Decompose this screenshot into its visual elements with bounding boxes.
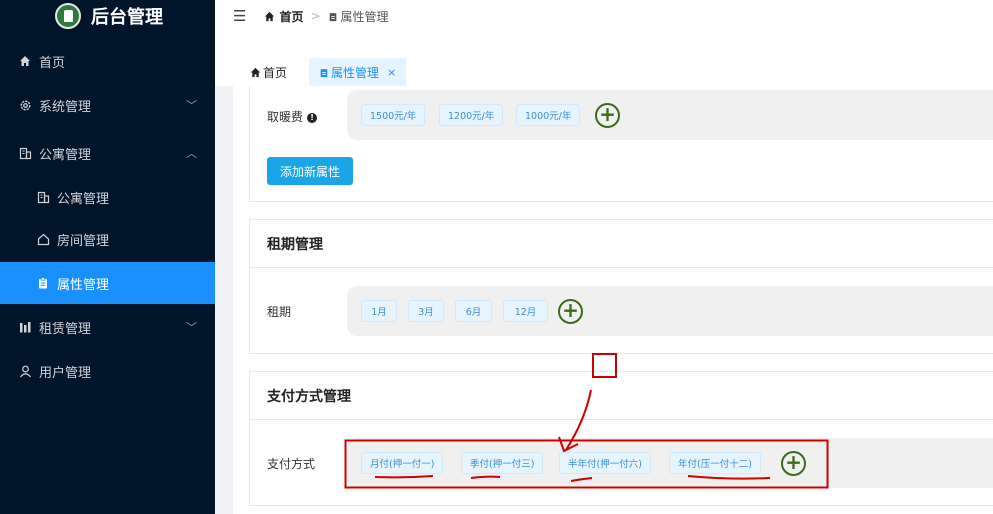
tab-label: 属性管理 — [331, 65, 380, 80]
tag[interactable]: 3月 — [408, 300, 444, 322]
building-icon — [18, 146, 32, 160]
house-outline-icon — [36, 232, 50, 246]
tag[interactable]: 年付(压一付十二) — [669, 452, 761, 474]
tag[interactable]: 半年付(押一付六) — [559, 452, 651, 474]
sidebar-item-home[interactable]: 首页 — [0, 40, 215, 82]
sidebar-item-user[interactable]: 用户管理 — [0, 350, 215, 392]
home-icon — [18, 54, 32, 68]
sidebar-item-attributes[interactable]: 属性管理 — [0, 262, 215, 304]
tag[interactable]: 季付(押一付三) — [461, 452, 544, 474]
sidebar-item-label: 租赁管理 — [39, 321, 92, 337]
breadcrumb-separator: > — [310, 9, 321, 23]
sidebar-item-apartment[interactable]: 公寓管理 — [0, 176, 215, 218]
add-tag-button[interactable]: + — [558, 299, 583, 324]
sidebar-item-label: 公寓管理 — [57, 191, 110, 207]
sidebar-item-label: 系统管理 — [39, 99, 92, 115]
breadcrumb-current: 属性管理 — [340, 9, 389, 24]
chart-icon — [18, 320, 32, 334]
tab-attributes[interactable]: 属性管理 × — [309, 58, 407, 86]
chevron-down-icon: ﹀ — [186, 99, 197, 112]
lease-tag-box: 1月 3月 6月 12月 + — [347, 286, 993, 336]
tag[interactable]: 1000元/年 — [516, 104, 581, 126]
payment-label: 支付方式 — [267, 457, 316, 471]
tag[interactable]: 12月 — [503, 300, 548, 322]
sidebar-item-label: 属性管理 — [57, 277, 110, 293]
chevron-down-icon: ﹀ — [186, 321, 197, 334]
logo-icon — [55, 3, 81, 29]
card-title: 支付方式管理 — [250, 372, 993, 420]
sidebar-item-label: 首页 — [39, 55, 66, 71]
sidebar: 后台管理 首页 系统管理 ﹀ 公寓管理 ︿ 公寓管理 房间管理 属性管理 租赁管… — [0, 0, 215, 514]
tag[interactable]: 1月 — [361, 300, 397, 322]
tab-label: 首页 — [263, 65, 288, 80]
card-title: 租期管理 — [250, 220, 993, 268]
sidebar-item-label: 房间管理 — [57, 233, 110, 249]
sidebar-item-apartment-group[interactable]: 公寓管理 ︿ — [0, 132, 215, 174]
close-icon[interactable]: × — [387, 66, 396, 79]
breadcrumb-home[interactable]: 首页 — [279, 8, 303, 25]
tag[interactable]: 1200元/年 — [439, 104, 504, 126]
sidebar-item-label: 公寓管理 — [39, 147, 92, 163]
sidebar-item-lease[interactable]: 租赁管理 ﹀ — [0, 306, 215, 348]
tab-home[interactable]: 首页 — [240, 58, 297, 86]
sidebar-item-label: 用户管理 — [39, 365, 92, 381]
top-bar: ☰ 首页 > 属性管理 — [215, 0, 993, 32]
sidebar-item-room[interactable]: 房间管理 — [0, 218, 215, 260]
user-icon — [18, 364, 32, 378]
add-tag-button[interactable]: + — [781, 451, 806, 476]
payment-tag-box: 月付(押一付一) 季付(押一付三) 半年付(押一付六) 年付(压一付十二) + — [347, 438, 993, 488]
home-icon — [265, 11, 275, 21]
tag[interactable]: 月付(押一付一) — [361, 452, 444, 474]
tabs-bar: 首页 属性管理 × — [215, 32, 993, 86]
lease-label: 租期 — [267, 305, 292, 319]
logo-row: 后台管理 — [0, 0, 215, 32]
gear-icon — [18, 98, 32, 112]
tag[interactable]: 1500元/年 — [361, 104, 426, 126]
clipboard-icon — [320, 68, 328, 77]
breadcrumb: 首页 > 属性管理 — [264, 8, 389, 25]
heating-tag-box: 1500元/年 1200元/年 1000元/年 + — [347, 90, 993, 140]
sidebar-item-system[interactable]: 系统管理 ﹀ — [0, 84, 215, 126]
home-icon — [250, 67, 261, 77]
add-tag-button[interactable]: + — [595, 103, 620, 128]
menu-toggle-icon[interactable]: ☰ — [233, 7, 246, 25]
clipboard-icon — [329, 12, 336, 21]
info-icon: ! — [307, 113, 318, 123]
clipboard-icon — [36, 276, 50, 290]
app-title: 后台管理 — [91, 7, 163, 28]
chevron-up-icon: ︿ — [186, 147, 197, 160]
tag[interactable]: 6月 — [455, 300, 492, 322]
building-icon — [36, 190, 50, 204]
add-attribute-button[interactable]: 添加新属性 — [267, 157, 353, 185]
heating-label: 取暖费! — [267, 108, 318, 125]
